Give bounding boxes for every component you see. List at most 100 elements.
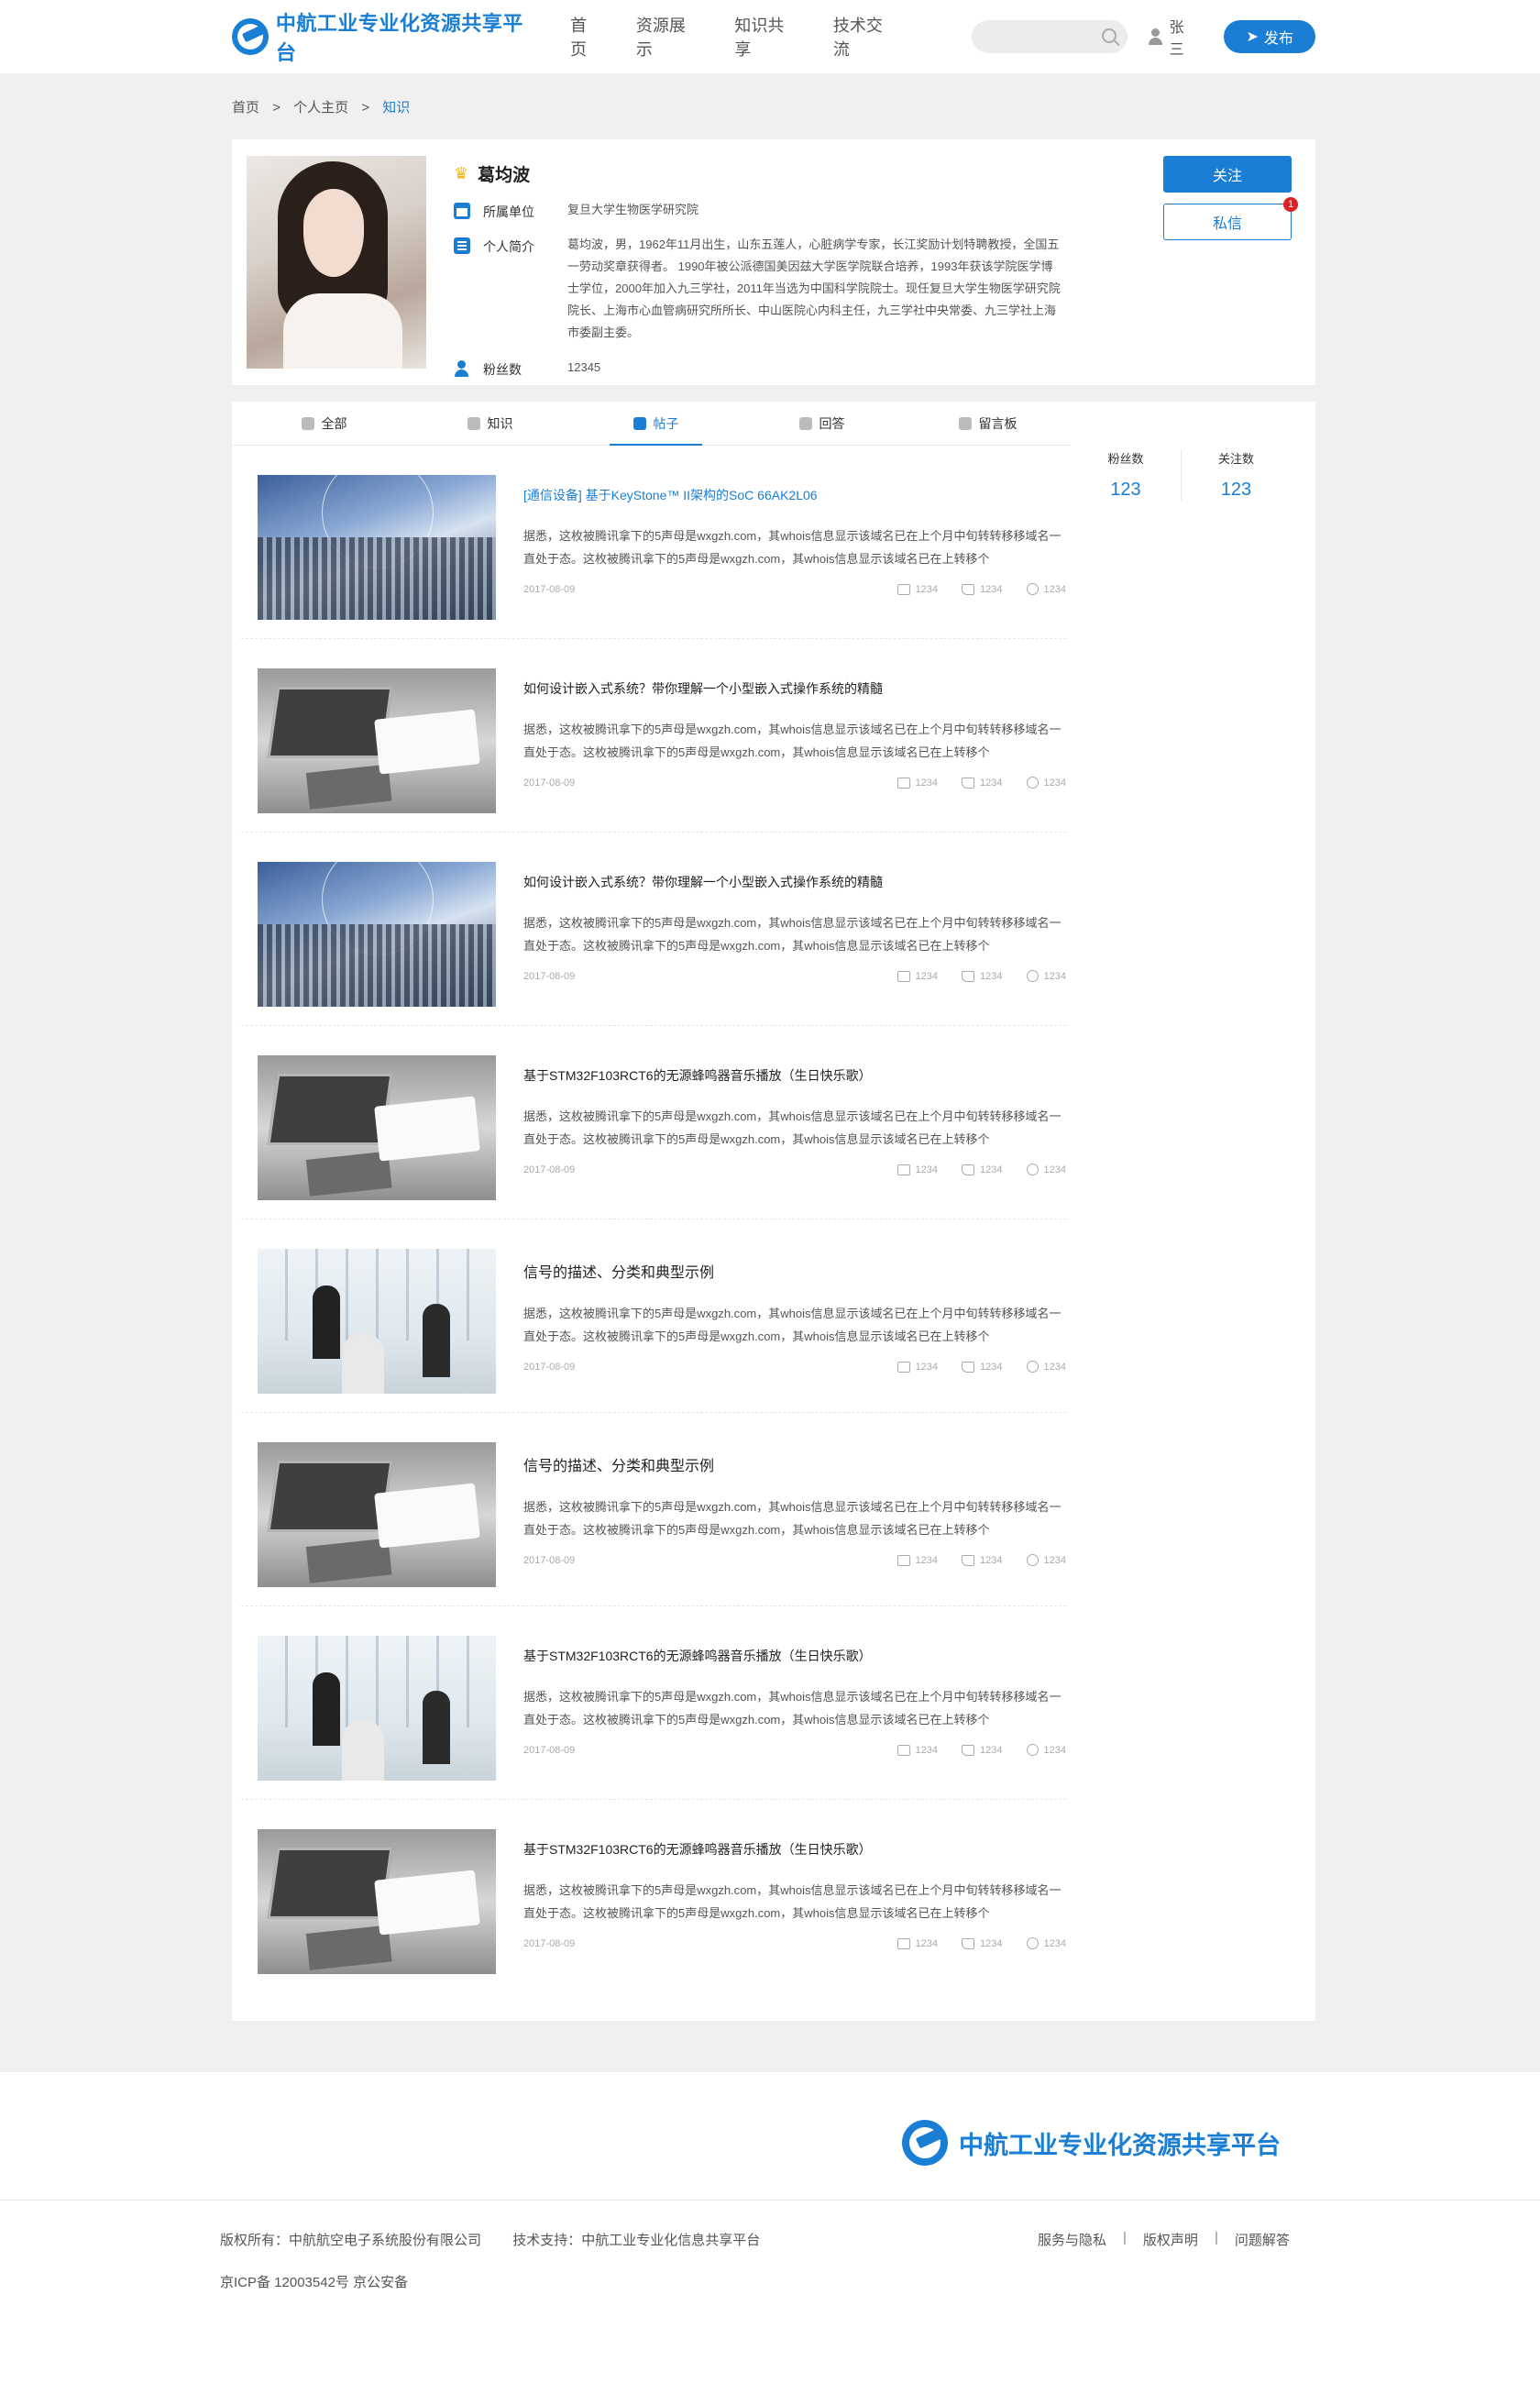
intro-label: 个人简介: [483, 239, 534, 254]
post-title[interactable]: 信号的描述、分类和典型示例: [523, 1260, 1066, 1282]
post-thumbnail[interactable]: [258, 1055, 496, 1200]
heart-icon: [1026, 583, 1039, 595]
fav-count: 1234: [1043, 970, 1066, 982]
comment-stat[interactable]: 1234: [896, 1361, 938, 1373]
fav-stat[interactable]: 1234: [1026, 1361, 1066, 1373]
follow-button[interactable]: 关注: [1163, 156, 1292, 193]
list-item[interactable]: 如何设计嵌入式系统？带你理解一个小型嵌入式操作系统的精髓 据悉，这枚被腾讯拿下的…: [241, 833, 1066, 1026]
comment-icon: [896, 1164, 910, 1175]
footer-link-privacy[interactable]: 服务与隐私: [1038, 2230, 1106, 2249]
tab-answers[interactable]: 回答: [739, 402, 905, 445]
like-stat[interactable]: 1234: [962, 1744, 1003, 1756]
post-date: 2017-08-09: [523, 777, 576, 789]
comment-stat[interactable]: 1234: [896, 1164, 938, 1175]
post-icon: [632, 416, 646, 430]
heart-icon: [1026, 1361, 1039, 1373]
site-logo[interactable]: 中航工业专业化资源共享平台: [232, 7, 543, 66]
comment-stat[interactable]: 1234: [896, 777, 939, 789]
like-count: 1234: [980, 777, 1003, 789]
fav-stat[interactable]: 1234: [1026, 1164, 1066, 1175]
publish-button[interactable]: ➤ 发布: [1224, 20, 1316, 53]
tab-knowledge[interactable]: 知识: [407, 402, 573, 445]
tab-bar: 全部 知识 帖子 回答 留言板: [232, 402, 1071, 446]
post-title[interactable]: 如何设计嵌入式系统？带你理解一个小型嵌入式操作系统的精髓: [523, 679, 1066, 698]
footer-link-faq[interactable]: 问题解答: [1235, 2230, 1290, 2249]
like-stat[interactable]: 1234: [962, 1937, 1003, 1949]
post-title[interactable]: 如何设计嵌入式系统？带你理解一个小型嵌入式操作系统的精髓: [523, 873, 1066, 891]
breadcrumb-home[interactable]: 首页: [232, 100, 259, 116]
comment-stat[interactable]: 1234: [896, 970, 938, 982]
like-stat[interactable]: 1234: [962, 1164, 1003, 1175]
comment-stat[interactable]: 1234: [896, 1937, 939, 1949]
comment-stat[interactable]: 1234: [896, 1744, 938, 1756]
fav-stat[interactable]: 1234: [1026, 1937, 1066, 1949]
list-item[interactable]: [通信设备] 基于KeyStone™ II架构的SoC 66AK2L06 据悉，…: [241, 446, 1066, 639]
like-stat[interactable]: 1234: [962, 1554, 1003, 1566]
fav-stat[interactable]: 1234: [1026, 583, 1066, 595]
tab-all[interactable]: 全部: [241, 402, 407, 445]
org-row: 所属单位 复旦大学生物医学研究院: [454, 203, 1077, 221]
footer-link-copyright[interactable]: 版权声明: [1143, 2230, 1198, 2249]
thumbs-up-icon: [962, 1554, 975, 1566]
post-thumbnail[interactable]: [258, 1829, 496, 1974]
grid-icon: [301, 416, 314, 430]
list-item[interactable]: 如何设计嵌入式系统？带你理解一个小型嵌入式操作系统的精髓 据悉，这枚被腾讯拿下的…: [241, 639, 1066, 833]
post-title[interactable]: [通信设备] 基于KeyStone™ II架构的SoC 66AK2L06: [523, 486, 1066, 504]
post-thumbnail[interactable]: [258, 1636, 496, 1781]
post-title[interactable]: 基于STM32F103RCT6的无源蜂鸣器音乐播放（生日快乐歌）: [523, 1647, 1066, 1665]
nav-item-tech[interactable]: 技术交流: [833, 13, 899, 61]
post-thumbnail[interactable]: [258, 862, 496, 1007]
post-thumbnail[interactable]: [258, 1249, 496, 1394]
post-content: 如何设计嵌入式系统？带你理解一个小型嵌入式操作系统的精髓 据悉，这枚被腾讯拿下的…: [523, 668, 1066, 832]
list-item[interactable]: 基于STM32F103RCT6的无源蜂鸣器音乐播放（生日快乐歌） 据悉，这枚被腾…: [241, 1606, 1066, 1800]
fav-count: 1234: [1043, 1361, 1066, 1373]
like-stat[interactable]: 1234: [962, 583, 1003, 595]
like-count: 1234: [980, 1361, 1003, 1373]
fans-count[interactable]: 粉丝数 123: [1071, 449, 1181, 501]
comment-stat[interactable]: 1234: [896, 583, 938, 595]
post-title[interactable]: 基于STM32F103RCT6的无源蜂鸣器音乐播放（生日快乐歌）: [523, 1840, 1066, 1859]
comment-count: 1234: [915, 1937, 939, 1949]
list-item[interactable]: 基于STM32F103RCT6的无源蜂鸣器音乐播放（生日快乐歌） 据悉，这枚被腾…: [241, 1800, 1066, 1993]
fav-stat[interactable]: 1234: [1026, 777, 1066, 789]
content-column: 全部 知识 帖子 回答 留言板 [通信设备] 基于KeyStone™ II架构的…: [232, 402, 1071, 1993]
nav-item-home[interactable]: 首页: [570, 13, 603, 61]
logo-text: 中航工业专业化资源共享平台: [275, 12, 523, 64]
fav-stat[interactable]: 1234: [1026, 1554, 1066, 1566]
nav-item-knowledge[interactable]: 知识共享: [734, 13, 800, 61]
post-title[interactable]: 基于STM32F103RCT6的无源蜂鸣器音乐播放（生日快乐歌）: [523, 1066, 1066, 1085]
breadcrumb-profile[interactable]: 个人主页: [293, 100, 348, 116]
heart-icon: [1026, 1554, 1039, 1566]
fav-stat[interactable]: 1234: [1026, 970, 1066, 982]
post-thumbnail[interactable]: [258, 475, 496, 620]
tab-label: 帖子: [653, 415, 679, 431]
post-title[interactable]: 信号的描述、分类和典型示例: [523, 1453, 1066, 1475]
like-stat[interactable]: 1234: [962, 970, 1003, 982]
org-value: 复旦大学生物医学研究院: [567, 203, 699, 216]
like-stat[interactable]: 1234: [962, 777, 1003, 789]
search-input[interactable]: [972, 20, 1092, 53]
post-thumbnail[interactable]: [258, 668, 496, 813]
nav-item-resources[interactable]: 资源展示: [636, 13, 702, 61]
top-header: 中航工业专业化资源共享平台 首页 资源展示 知识共享 技术交流 张三 ➤ 发布: [0, 0, 1540, 73]
thumbs-up-icon: [962, 1361, 975, 1373]
comment-stat[interactable]: 1234: [896, 1554, 938, 1566]
follow-count[interactable]: 关注数 123: [1181, 449, 1291, 501]
building-icon: [454, 203, 470, 219]
fav-stat[interactable]: 1234: [1026, 1744, 1066, 1756]
post-meta: 2017-08-09 1234 1234 1234: [523, 1361, 1066, 1373]
tab-posts[interactable]: 帖子: [573, 402, 739, 446]
list-item[interactable]: 信号的描述、分类和典型示例 据悉，这枚被腾讯拿下的5声母是wxgzh.com，其…: [241, 1413, 1066, 1606]
search-icon[interactable]: [1101, 28, 1116, 43]
user-menu[interactable]: 张三: [1148, 15, 1199, 59]
message-button[interactable]: 私信 1: [1163, 197, 1298, 240]
fav-count: 1234: [1043, 1164, 1066, 1175]
comment-count: 1234: [915, 777, 939, 789]
list-item[interactable]: 基于STM32F103RCT6的无源蜂鸣器音乐播放（生日快乐歌） 据悉，这枚被腾…: [241, 1026, 1066, 1219]
document-icon: [454, 237, 470, 254]
like-stat[interactable]: 1234: [962, 1361, 1003, 1373]
copyright-text: 版权所有：中航航空电子系统股份有限公司: [220, 2233, 482, 2248]
list-item[interactable]: 信号的描述、分类和典型示例 据悉，这枚被腾讯拿下的5声母是wxgzh.com，其…: [241, 1219, 1066, 1413]
post-thumbnail[interactable]: [258, 1442, 496, 1587]
tab-message-board[interactable]: 留言板: [905, 402, 1071, 445]
